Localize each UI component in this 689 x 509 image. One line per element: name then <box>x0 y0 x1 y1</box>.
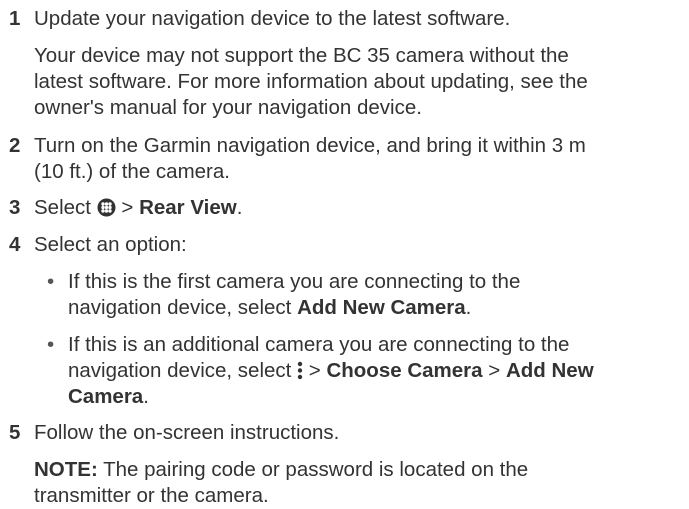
separator: > <box>121 196 134 219</box>
note-line: NOTE: The pairing code or password is lo… <box>34 457 528 483</box>
note-text: The pairing code or password is located … <box>97 458 529 481</box>
note-line: transmitter or the camera. <box>34 484 269 507</box>
bullet-text-line: If this is an additional camera you are … <box>68 333 570 356</box>
menu-option-camera: Camera <box>68 385 144 408</box>
menu-option-rear-view: Rear View <box>139 196 237 219</box>
bullet-icon: • <box>47 333 55 356</box>
step-detail-line: owner's manual for your navigation devic… <box>34 96 422 119</box>
step-detail-line: latest software. For more information ab… <box>34 70 588 93</box>
step-text: Update your navigation device to the lat… <box>34 7 511 30</box>
bullet-text-line: If this is the first camera you are conn… <box>68 270 521 293</box>
menu-option-choose-camera: Choose Camera <box>326 359 483 382</box>
apps-icon <box>97 198 116 224</box>
menu-option-add-new-camera: Add New Camera <box>297 296 466 319</box>
bullet-text-line: navigation device, select > Choose Camer… <box>68 358 594 387</box>
period: . <box>143 385 149 408</box>
select-text: Select <box>34 196 91 219</box>
bullet-text: navigation device, select <box>68 296 292 319</box>
period: . <box>236 196 243 219</box>
step-number: 3 <box>9 196 21 219</box>
step-number: 2 <box>9 134 21 157</box>
vertical-dots-menu-icon <box>297 361 303 387</box>
menu-option-add-new: Add New <box>505 359 594 382</box>
bullet-text-line: Camera. <box>68 384 149 410</box>
bullet-text-line: navigation device, select Add New Camera… <box>68 295 471 321</box>
step-text-line: Turn on the Garmin navigation device, an… <box>34 134 586 157</box>
step-number: 5 <box>9 421 21 444</box>
instruction-document: 1 Update your navigation device to the l… <box>0 0 689 507</box>
separator: > <box>308 359 321 382</box>
separator: > <box>488 359 501 382</box>
step-text: Select an option: <box>34 233 187 256</box>
step-number: 1 <box>9 7 21 30</box>
note-label: NOTE: <box>34 458 98 481</box>
bullet-text: navigation device, select <box>68 359 292 382</box>
step-detail-line: Your device may not support the BC 35 ca… <box>34 44 569 67</box>
step-number: 4 <box>9 233 21 256</box>
bullet-icon: • <box>47 270 55 293</box>
step-text-line: (10 ft.) of the camera. <box>34 160 230 183</box>
step-text: Follow the on-screen instructions. <box>34 421 340 444</box>
step-text: Select > Rear View. <box>34 195 242 224</box>
period: . <box>465 296 472 319</box>
